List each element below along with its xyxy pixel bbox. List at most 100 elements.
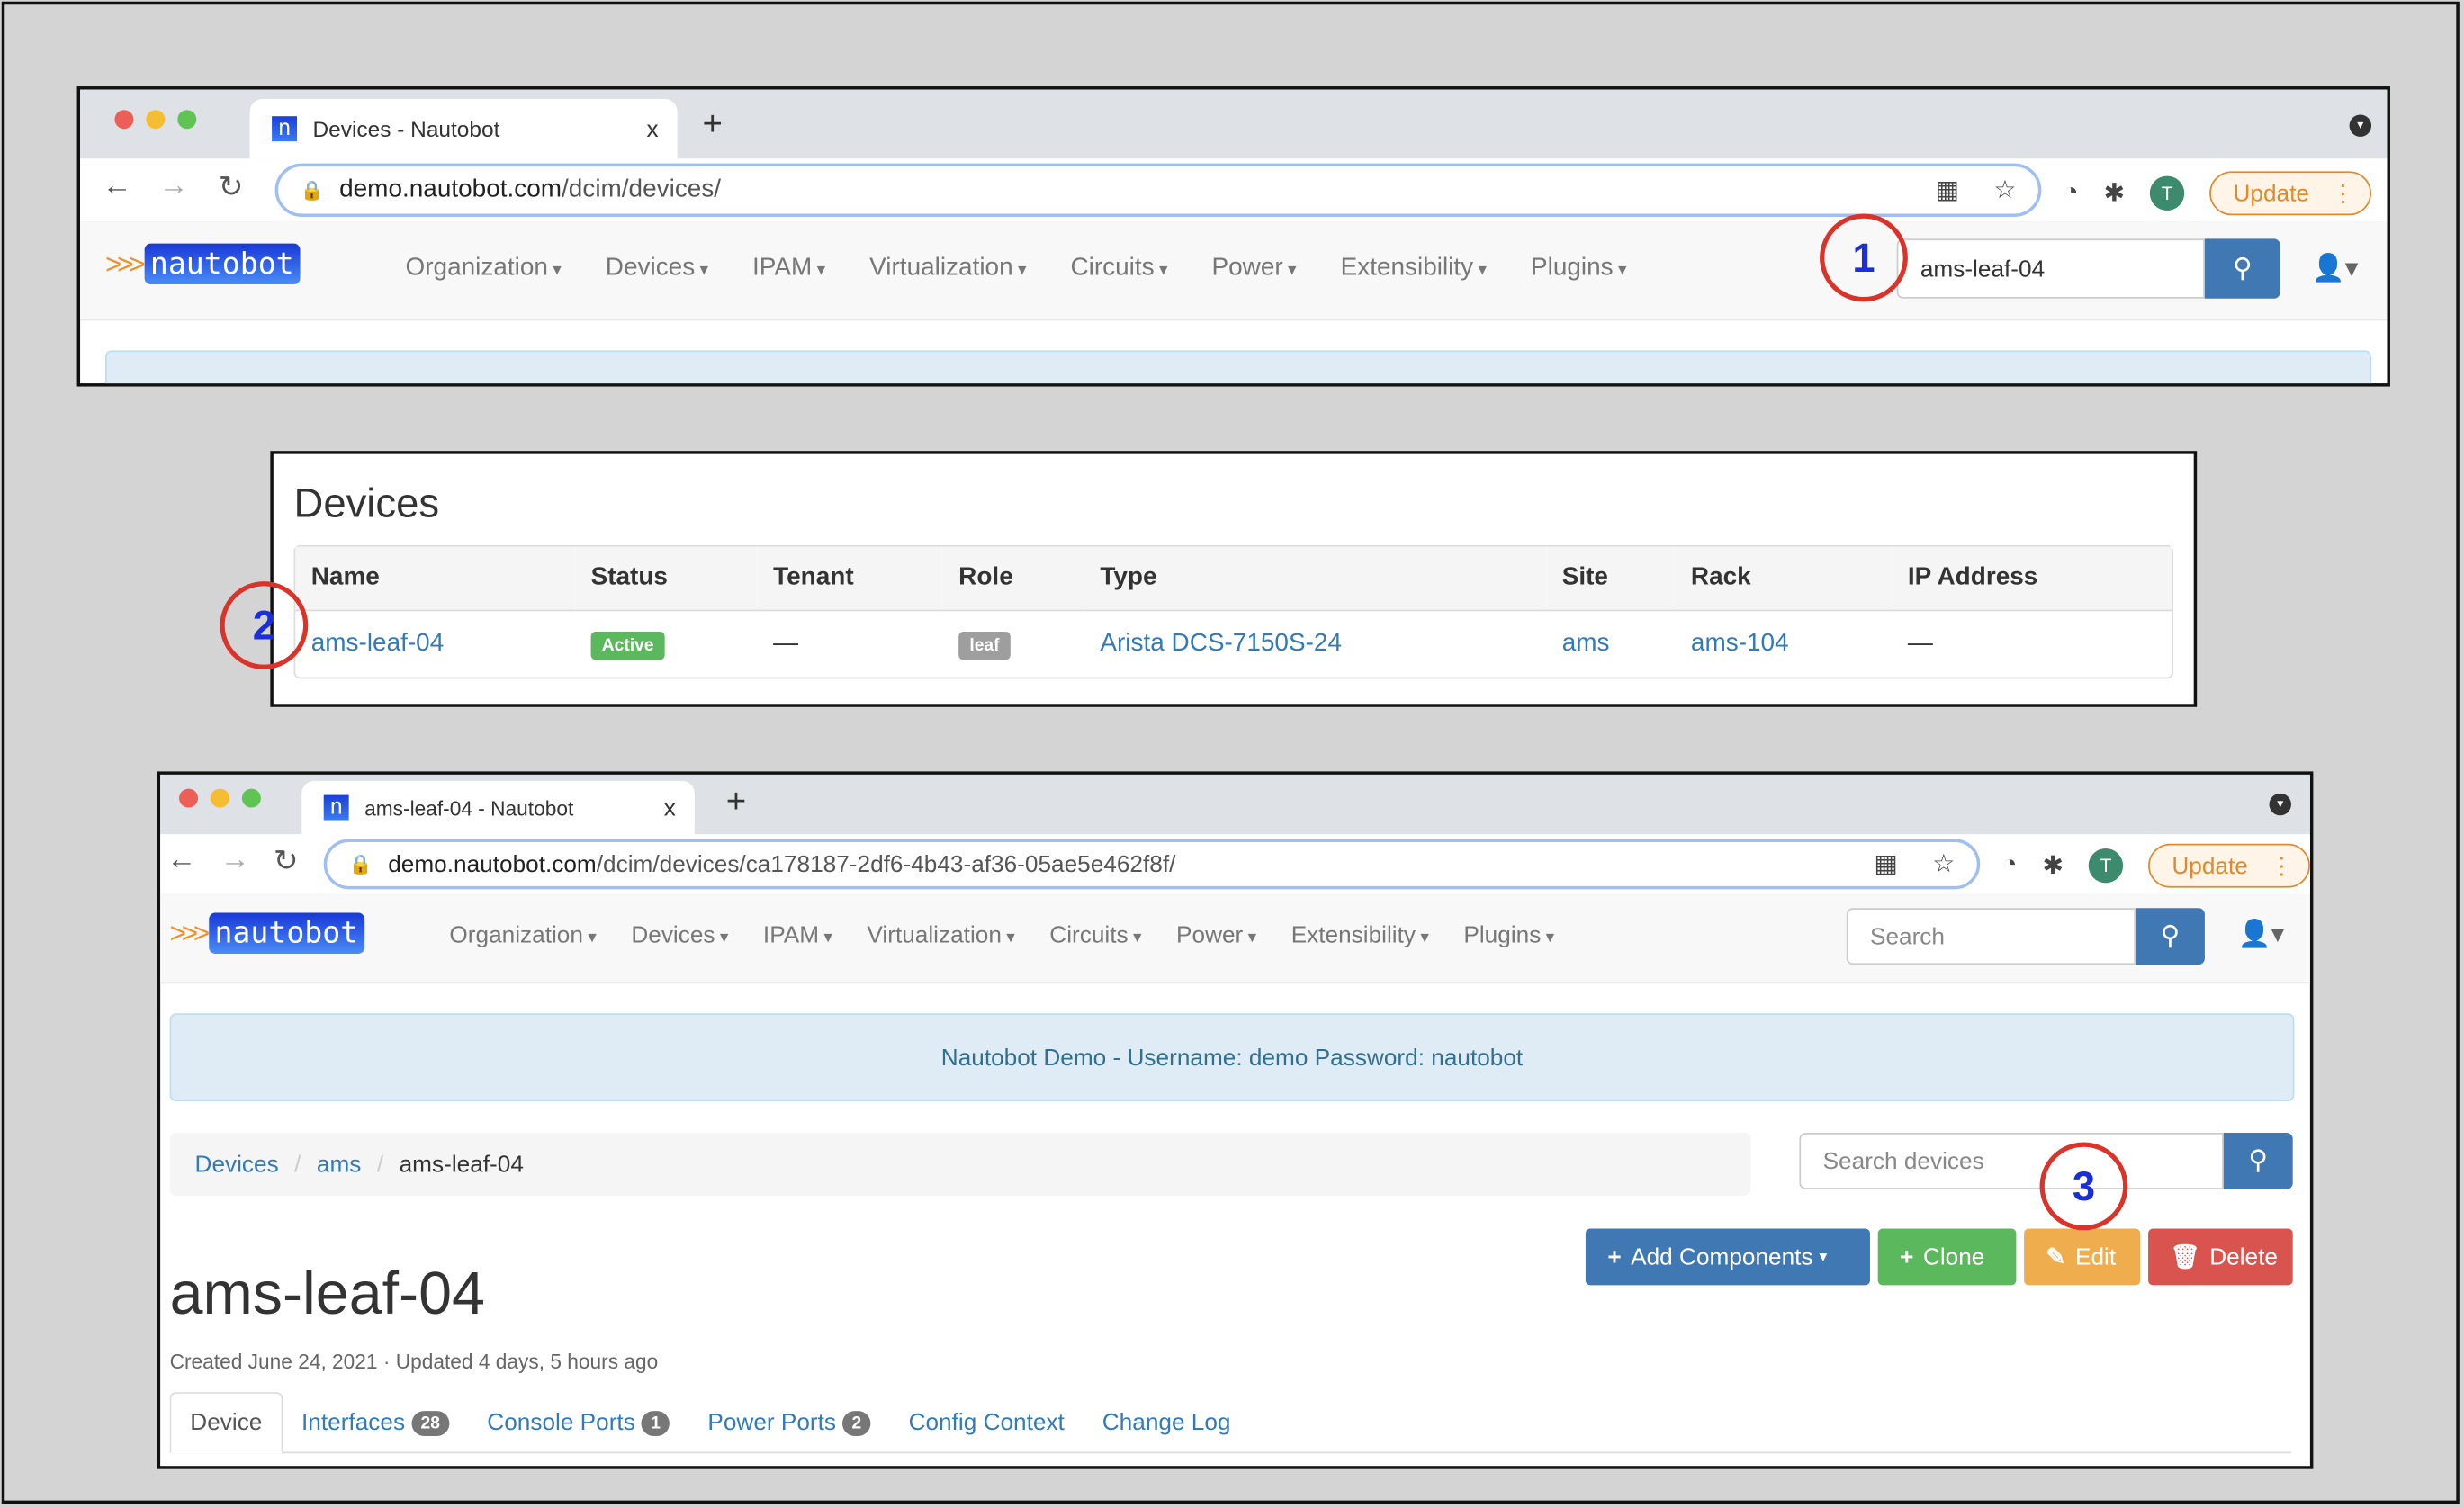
address-bar[interactable]: 🔒 demo.nautobot.com/dcim/devices/ ▦ ☆ <box>274 163 2042 217</box>
reload-icon[interactable]: ↻ <box>274 844 299 880</box>
menu-virtualization[interactable]: Virtualization <box>869 255 1026 283</box>
role-badge: leaf <box>958 631 1011 660</box>
maximize-window-button[interactable] <box>177 110 197 130</box>
maximize-window-button[interactable] <box>241 788 261 808</box>
search-button[interactable]: ⚲ <box>2204 238 2280 299</box>
tab-device[interactable]: Device <box>169 1392 283 1454</box>
qr-code-icon[interactable]: ▦ <box>1874 848 1897 880</box>
breadcrumb-separator: / <box>294 1151 301 1178</box>
logo-text: nautobot <box>208 912 365 954</box>
nautobot-logo[interactable]: >>> nautobot <box>105 243 301 285</box>
menu-power[interactable]: Power <box>1176 922 1256 949</box>
menu-plugins[interactable]: Plugins <box>1531 255 1627 283</box>
reload-icon[interactable]: ↻ <box>219 170 244 206</box>
breadcrumb-site[interactable]: ams <box>317 1151 361 1178</box>
user-menu-icon[interactable]: 👤▾ <box>2238 920 2285 951</box>
extensions-puzzle-icon[interactable]: ✱ <box>2104 177 2125 209</box>
browser-window-list: n Devices - Nautobot x + ▾ ← → ↻ 🔒 demo.… <box>76 86 2390 387</box>
address-bar[interactable]: 🔒 demo.nautobot.com/dcim/devices/ca17818… <box>323 839 1981 890</box>
menu-ipam[interactable]: IPAM <box>752 255 825 283</box>
tab-label: Power Ports <box>707 1409 837 1437</box>
clone-button[interactable]: + Clone <box>1877 1228 2017 1286</box>
device-type-link[interactable]: Arista DCS-7150S-24 <box>1100 630 1342 657</box>
minimize-window-button[interactable] <box>210 788 229 808</box>
tab-interfaces[interactable]: Interfaces 28 <box>283 1394 468 1452</box>
plus-icon: + <box>1607 1243 1622 1270</box>
forward-icon[interactable]: → <box>220 844 249 878</box>
password-manager-icon[interactable]: ◔ <box>2064 179 2079 207</box>
col-ip-address[interactable]: IP Address <box>1892 546 2172 612</box>
back-icon[interactable]: ← <box>103 170 132 204</box>
delete-button[interactable]: 🗑 Delete <box>2148 1228 2293 1286</box>
menu-circuits[interactable]: Circuits <box>1049 922 1141 949</box>
back-icon[interactable]: ← <box>166 844 196 878</box>
close-tab-icon[interactable]: x <box>647 115 659 142</box>
col-tenant[interactable]: Tenant <box>757 546 943 612</box>
menu-organization[interactable]: Organization <box>449 922 597 949</box>
col-role[interactable]: Role <box>942 546 1084 612</box>
menu-devices[interactable]: Devices <box>606 255 708 283</box>
tab-console-ports[interactable]: Console Ports 1 <box>468 1394 688 1452</box>
search-button[interactable]: ⚲ <box>2136 908 2205 965</box>
menu-virtualization[interactable]: Virtualization <box>867 922 1014 949</box>
add-components-button[interactable]: + Add Components ▾ <box>1585 1228 1870 1286</box>
menu-power[interactable]: Power <box>1212 255 1297 283</box>
col-status[interactable]: Status <box>575 546 758 612</box>
menu-devices[interactable]: Devices <box>631 922 728 949</box>
edit-button[interactable]: ✎ Edit <box>2024 1228 2141 1286</box>
global-search: Search ⚲ <box>1846 908 2205 965</box>
menu-extensibility[interactable]: Extensibility <box>1341 255 1488 283</box>
breadcrumb: Devices / ams / ams-leaf-04 <box>169 1133 1751 1196</box>
col-site[interactable]: Site <box>1546 546 1676 612</box>
menu-organization[interactable]: Organization <box>406 255 562 283</box>
close-window-button[interactable] <box>179 788 199 808</box>
tab-config-context[interactable]: Config Context <box>890 1394 1084 1452</box>
close-tab-icon[interactable]: x <box>664 794 676 821</box>
site-link[interactable]: ams <box>1562 630 1610 657</box>
bookmark-star-icon[interactable]: ☆ <box>1993 175 2016 206</box>
rack-link[interactable]: ams-104 <box>1691 630 1789 657</box>
minimize-window-button[interactable] <box>146 110 166 130</box>
global-search-input[interactable]: Search <box>1846 908 2136 965</box>
extensions-puzzle-icon[interactable]: ✱ <box>2042 850 2063 882</box>
browser-tab[interactable]: n Devices - Nautobot x <box>249 99 678 159</box>
col-name[interactable]: Name <box>295 546 576 612</box>
nautobot-logo[interactable]: >>> nautobot <box>169 912 365 954</box>
new-tab-button[interactable]: + <box>703 103 723 144</box>
breadcrumb-devices[interactable]: Devices <box>195 1151 279 1178</box>
qr-code-icon[interactable]: ▦ <box>1935 175 1958 206</box>
tab-search-icon[interactable]: ▾ <box>2349 114 2372 137</box>
menu-ipam[interactable]: IPAM <box>763 922 832 949</box>
global-search: ams-leaf-04 ⚲ <box>1896 238 2280 299</box>
col-type[interactable]: Type <box>1084 546 1547 612</box>
forward-icon[interactable]: → <box>158 170 188 204</box>
tab-change-log[interactable]: Change Log <box>1084 1394 1250 1452</box>
profile-avatar[interactable]: T <box>2088 848 2124 884</box>
tab-power-ports[interactable]: Power Ports 2 <box>688 1394 889 1452</box>
demo-credentials-alert: Nautobot Demo - Username: demo Password:… <box>169 1013 2295 1102</box>
lock-icon: 🔒 <box>348 853 373 875</box>
bookmark-star-icon[interactable]: ☆ <box>1932 848 1955 880</box>
search-icon: ⚲ <box>2248 1144 2269 1176</box>
profile-avatar[interactable]: T <box>2149 175 2185 211</box>
caret-down-icon: ▾ <box>1819 1248 1828 1266</box>
update-button[interactable]: Update ⋮ <box>2209 171 2372 216</box>
menu-plugins[interactable]: Plugins <box>1463 922 1554 949</box>
user-menu-icon[interactable]: 👤▾ <box>2312 253 2359 284</box>
search-devices-button[interactable]: ⚲ <box>2223 1133 2293 1189</box>
tab-strip: n Devices - Nautobot x + ▾ <box>80 89 2388 159</box>
browser-tab[interactable]: n ams-leaf-04 - Nautobot x <box>301 780 695 835</box>
password-manager-icon[interactable]: ◔ <box>2002 851 2018 879</box>
global-search-input[interactable]: ams-leaf-04 <box>1896 238 2205 299</box>
menu-circuits[interactable]: Circuits <box>1070 255 1167 283</box>
search-devices-input[interactable]: Search devices <box>1799 1133 2224 1189</box>
col-rack[interactable]: Rack <box>1675 546 1893 612</box>
update-button[interactable]: Update ⋮ <box>2148 843 2310 888</box>
menu-extensibility[interactable]: Extensibility <box>1291 922 1429 949</box>
logo-arrows-icon: >>> <box>169 916 211 948</box>
logo-text: nautobot <box>143 243 301 285</box>
tab-search-icon[interactable]: ▾ <box>2269 793 2291 816</box>
close-window-button[interactable] <box>114 110 134 130</box>
new-tab-button[interactable]: + <box>726 781 746 821</box>
device-name-link[interactable]: ams-leaf-04 <box>311 630 445 657</box>
